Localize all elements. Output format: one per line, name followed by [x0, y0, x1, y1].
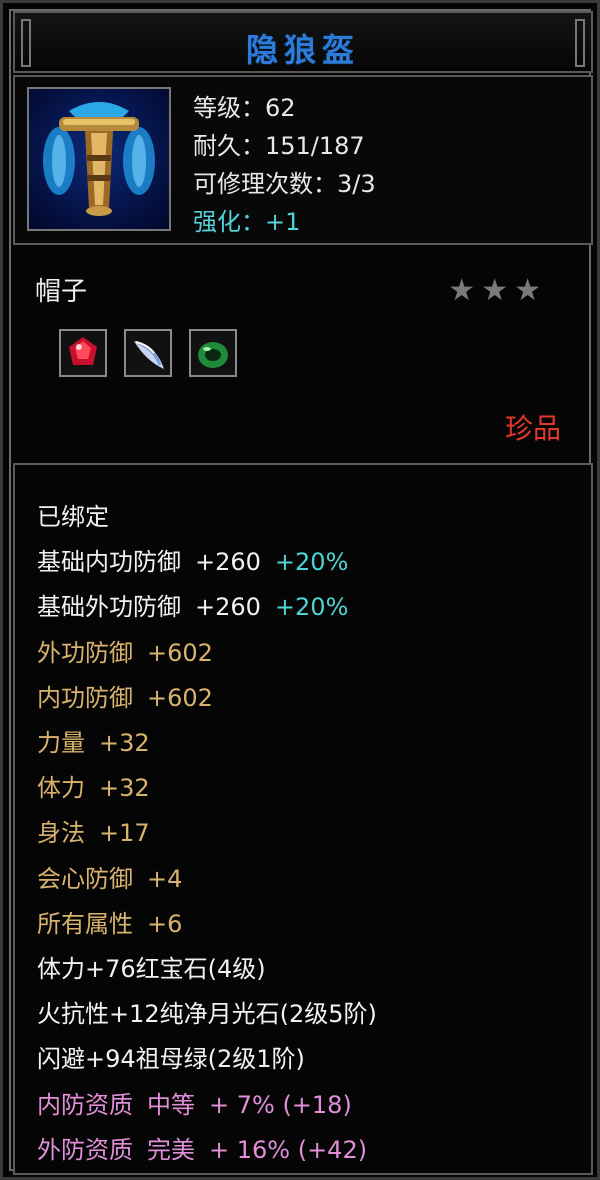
item-type-label: 帽子	[35, 277, 88, 307]
item-summary-panel: 等级：62 耐久：151/187 可修理次数：3/3 强化：+1	[13, 75, 593, 245]
attribute-row: 力量 +32	[37, 729, 150, 758]
item-tooltip: 隐狼盔 等级：62 耐久：151/187 可修理次数：3/3 强化：+1 帽子 …	[0, 0, 600, 1180]
star-icon: ★	[448, 273, 476, 308]
attribute-row: 所有属性 +6	[37, 909, 183, 938]
attribute-row: 会心防御 +4	[37, 864, 183, 893]
level-stat: 等级：62	[193, 94, 296, 122]
attribute-list: 已绑定 基础内功防御 +260 +20% 基础外功防御 +260 +20% 外功防御 +6…	[37, 495, 377, 1173]
repair-count-stat: 可修理次数：3/3	[193, 170, 376, 198]
title-bar: 隐狼盔	[13, 11, 593, 73]
attribute-row: 内功防御 +602	[37, 683, 213, 712]
durability-stat: 耐久：151/187	[193, 132, 365, 160]
item-stats: 等级：62 耐久：151/187 可修理次数：3/3 强化：+1	[193, 89, 376, 241]
quality-label: 珍品	[504, 412, 561, 445]
star-rating: ★ ★ ★	[442, 273, 541, 308]
item-type-section: 帽子 ★ ★ ★ 珍品	[13, 249, 593, 459]
attributes-panel: 已绑定 基础内功防御 +260 +20% 基础外功防御 +260 +20% 外功防御 +6…	[13, 463, 593, 1175]
helmet-icon	[27, 87, 171, 231]
gem-bonus-row: 火抗性+12纯净月光石(2级5阶)	[37, 1000, 377, 1029]
gem-bonus-row: 闪避+94祖母绿(2级1阶)	[37, 1045, 305, 1074]
attribute-row: 身法 +17	[37, 819, 150, 848]
star-icon: ★	[514, 273, 541, 308]
item-name: 隐狼盔	[245, 31, 360, 69]
attribute-row: 基础外功防御 +260 +20%	[37, 593, 349, 622]
attribute-row: 体力 +32	[37, 774, 150, 803]
gem-slots	[59, 329, 249, 381]
moonstone-gem-icon[interactable]	[124, 329, 173, 377]
attribute-row: 基础内功防御 +260 +20%	[37, 548, 349, 577]
star-icon: ★	[481, 273, 509, 308]
bound-status: 已绑定	[37, 503, 109, 531]
emerald-gem-icon[interactable]	[189, 329, 238, 377]
quality-row: 外防资质 完美 + 16% (+42)	[37, 1135, 368, 1164]
gem-bonus-row: 体力+76红宝石(4级)	[37, 955, 266, 984]
quality-row: 内防资质 中等 + 7% (+18)	[37, 1090, 352, 1119]
attribute-row: 外功防御 +602	[37, 638, 213, 667]
enhance-stat: 强化：+1	[193, 208, 301, 236]
ruby-gem-icon[interactable]	[59, 329, 107, 377]
